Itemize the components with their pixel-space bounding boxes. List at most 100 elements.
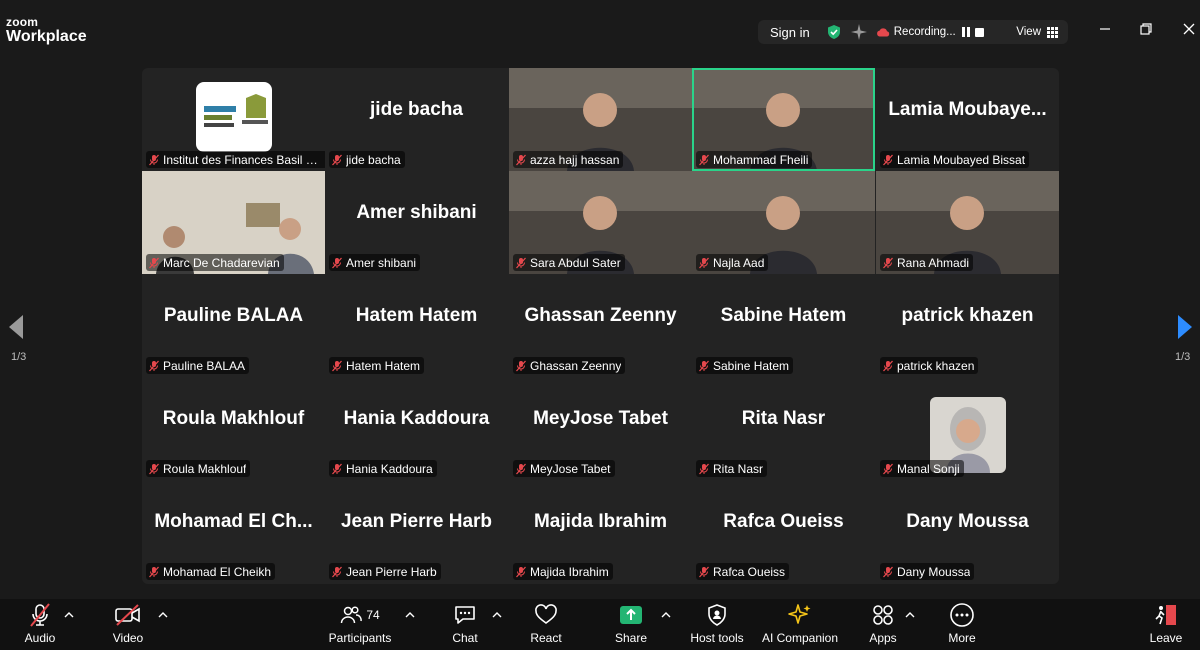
- participant-tile[interactable]: Rafca Oueiss Rafca Oueiss: [692, 480, 875, 583]
- leave-door-icon: [1155, 605, 1176, 625]
- participant-tile[interactable]: Majida Ibrahim Majida Ibrahim: [509, 480, 692, 583]
- host-tools-button[interactable]: Host tools: [686, 599, 748, 650]
- pause-recording-button[interactable]: [961, 27, 970, 37]
- apps-icon: [873, 605, 893, 625]
- participant-name-label: Roula Makhlouf: [146, 460, 251, 477]
- minimize-icon[interactable]: [1098, 22, 1112, 36]
- muted-mic-icon: [883, 360, 893, 371]
- participant-display-name: jide bacha: [370, 99, 463, 120]
- audio-options-chevron-icon[interactable]: [64, 611, 74, 619]
- apps-button[interactable]: Apps: [863, 599, 903, 650]
- participant-name-label: Mohammad Fheili: [696, 151, 813, 168]
- muted-mic-icon: [699, 463, 709, 474]
- restore-icon[interactable]: [1139, 22, 1153, 36]
- previous-page-icon[interactable]: [8, 314, 24, 340]
- participant-name: Manal Sonji: [897, 461, 960, 476]
- close-icon[interactable]: [1182, 22, 1196, 36]
- participant-tile[interactable]: azza hajj hassan: [509, 68, 692, 171]
- apps-options-chevron-icon[interactable]: [905, 611, 915, 619]
- participant-tile[interactable]: Najla Aad: [692, 171, 875, 274]
- ai-sparkle-icon[interactable]: [850, 23, 868, 41]
- participant-tile[interactable]: Mohammad Fheili: [692, 68, 875, 171]
- participants-options-chevron-icon[interactable]: [405, 611, 415, 619]
- sign-in-button[interactable]: Sign in: [770, 25, 810, 40]
- brand-top: zoom: [6, 15, 39, 29]
- page-indicator-left: 1/3: [11, 351, 27, 363]
- muted-mic-icon: [332, 360, 342, 371]
- participant-tile[interactable]: Hania Kaddoura Hania Kaddoura: [325, 377, 508, 480]
- participant-tile[interactable]: Marc De Chadarevian: [142, 171, 325, 274]
- participant-tile[interactable]: Amer shibani Amer shibani: [325, 171, 508, 274]
- muted-mic-icon: [883, 566, 893, 577]
- participant-display-name: Dany Moussa: [906, 511, 1029, 532]
- participant-name: Mohamad El Cheikh: [163, 564, 272, 579]
- participant-name-label: Rita Nasr: [696, 460, 768, 477]
- participant-tile[interactable]: Institut des Finances Basil Fu...: [142, 68, 325, 171]
- recording-label: Recording...: [893, 26, 956, 38]
- participant-tile[interactable]: Dany Moussa Dany Moussa: [876, 480, 1059, 583]
- share-button[interactable]: Share: [611, 599, 651, 650]
- more-button[interactable]: More: [942, 599, 982, 650]
- react-button[interactable]: React: [526, 599, 566, 650]
- participant-name: Rita Nasr: [713, 461, 764, 476]
- audio-label: Audio: [24, 631, 56, 645]
- view-button[interactable]: View: [1016, 26, 1058, 38]
- muted-mic-icon: [699, 360, 709, 371]
- ai-companion-sparkle-icon: [788, 604, 811, 624]
- participant-name: Rana Ahmadi: [897, 255, 970, 270]
- chat-button[interactable]: Chat: [445, 599, 485, 650]
- muted-mic-icon: [516, 360, 526, 371]
- participant-tile[interactable]: Sara Abdul Sater: [509, 171, 692, 274]
- participant-tile[interactable]: Roula Makhlouf Roula Makhlouf: [142, 377, 325, 480]
- next-page-icon[interactable]: [1177, 314, 1193, 340]
- participant-name: Sara Abdul Sater: [530, 255, 621, 270]
- participant-display-name: Mohamad El Ch...: [154, 511, 313, 532]
- page-indicator-right: 1/3: [1175, 351, 1191, 363]
- ai-companion-label: AI Companion: [761, 631, 839, 645]
- participant-name: Majida Ibrahim: [530, 564, 609, 579]
- participant-tile[interactable]: Mohamad El Ch... Mohamad El Cheikh: [142, 480, 325, 583]
- participant-name: Dany Moussa: [897, 564, 971, 579]
- participant-tile[interactable]: Sabine Hatem Sabine Hatem: [692, 274, 875, 377]
- muted-mic-icon: [332, 463, 342, 474]
- participant-name: Hania Kaddoura: [346, 461, 433, 476]
- leave-button[interactable]: Leave: [1146, 599, 1186, 650]
- participant-tile[interactable]: Rana Ahmadi: [876, 171, 1059, 274]
- chat-options-chevron-icon[interactable]: [492, 611, 502, 619]
- participant-tile[interactable]: Hatem Hatem Hatem Hatem: [325, 274, 508, 377]
- participant-display-name: Jean Pierre Harb: [340, 511, 493, 532]
- participant-name-label: Majida Ibrahim: [513, 563, 613, 580]
- participant-tile[interactable]: jide bacha jide bacha: [325, 68, 508, 171]
- muted-mic-icon: [883, 463, 893, 474]
- participant-tile[interactable]: Ghassan Zeenny Ghassan Zeenny: [509, 274, 692, 377]
- audio-button[interactable]: Audio: [20, 599, 60, 650]
- security-shield-icon[interactable]: [826, 24, 842, 40]
- participant-name: Marc De Chadarevian: [163, 255, 280, 270]
- video-options-chevron-icon[interactable]: [158, 611, 168, 619]
- participant-tile[interactable]: Rita Nasr Rita Nasr: [692, 377, 875, 480]
- participant-name-label: Manal Sonji: [880, 460, 964, 477]
- muted-mic-icon: [332, 154, 342, 165]
- participant-name-label: Sara Abdul Sater: [513, 254, 625, 271]
- participant-name: Pauline BALAA: [163, 358, 246, 373]
- muted-mic-icon: [149, 154, 159, 165]
- participant-tile[interactable]: Manal Sonji: [876, 377, 1059, 480]
- participant-display-name: Rafca Oueiss: [723, 511, 844, 532]
- stop-recording-button[interactable]: [974, 27, 984, 37]
- participant-name: Institut des Finances Basil Fu...: [163, 152, 323, 167]
- muted-mic-icon: [149, 360, 159, 371]
- participant-name-label: Marc De Chadarevian: [146, 254, 284, 271]
- participant-tile[interactable]: Lamia Moubaye... Lamia Moubayed Bissat: [876, 68, 1059, 171]
- participant-tile[interactable]: Jean Pierre Harb Jean Pierre Harb: [325, 480, 508, 583]
- ai-companion-button[interactable]: AI Companion: [760, 599, 840, 650]
- share-options-chevron-icon[interactable]: [661, 611, 671, 619]
- video-label: Video: [112, 631, 144, 645]
- participant-name-label: Hania Kaddoura: [329, 460, 437, 477]
- muted-mic-icon: [883, 154, 893, 165]
- participant-tile[interactable]: Pauline BALAA Pauline BALAA: [142, 274, 325, 377]
- participant-tile[interactable]: MeyJose Tabet MeyJose Tabet: [509, 377, 692, 480]
- participants-button[interactable]: 74 Participants: [325, 599, 395, 650]
- video-button[interactable]: Video: [108, 599, 148, 650]
- participant-tile[interactable]: patrick khazen patrick khazen: [876, 274, 1059, 377]
- participant-name: Lamia Moubayed Bissat: [897, 152, 1026, 167]
